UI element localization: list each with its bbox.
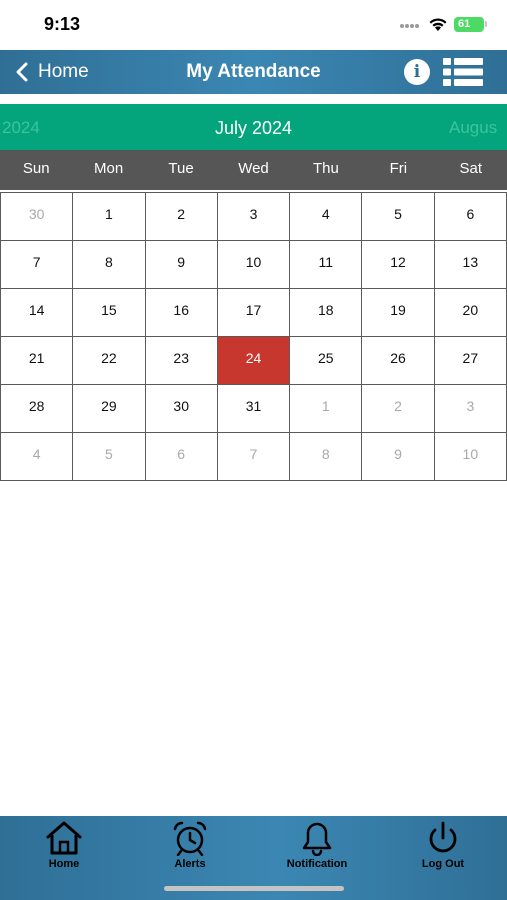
calendar-day[interactable]: 2 <box>145 193 218 241</box>
calendar-day[interactable]: 1 <box>73 193 146 241</box>
weekday-wed: Wed <box>238 160 269 177</box>
calendar-day[interactable]: 21 <box>1 337 74 385</box>
signal-dots-icon <box>400 24 422 30</box>
calendar-day[interactable]: 11 <box>290 241 363 289</box>
weekday-thu: Thu <box>312 160 339 177</box>
calendar-day[interactable]: 26 <box>362 337 435 385</box>
weekday-tue: Tue <box>168 160 194 177</box>
calendar-day[interactable]: 25 <box>290 337 363 385</box>
calendar-day[interactable]: 29 <box>73 385 146 433</box>
tab-notification-label: Notification <box>286 858 348 870</box>
calendar-day[interactable]: 30 <box>1 193 74 241</box>
calendar-day[interactable]: 17 <box>217 289 291 337</box>
calendar-day[interactable]: 28 <box>1 385 74 433</box>
calendar-day[interactable]: 7 <box>217 433 291 481</box>
back-button[interactable]: Home <box>14 50 89 94</box>
tab-alerts-label: Alerts <box>174 858 206 870</box>
calendar-day[interactable]: 7 <box>1 241 74 289</box>
calendar-day[interactable]: 2 <box>362 385 435 433</box>
calendar-day[interactable]: 5 <box>73 433 146 481</box>
weekday-mon: Mon <box>94 160 124 177</box>
calendar-day[interactable]: 5 <box>362 193 435 241</box>
calendar-day[interactable]: 19 <box>362 289 435 337</box>
tab-home-label: Home <box>48 858 80 870</box>
calendar-day[interactable]: 6 <box>434 193 507 241</box>
calendar-day[interactable]: 10 <box>434 433 507 481</box>
alarm-clock-icon <box>173 821 207 856</box>
tab-alerts[interactable]: Alerts <box>135 820 245 878</box>
weekday-fri: Fri <box>389 160 408 177</box>
weekday-sun: Sun <box>22 160 50 177</box>
calendar-day[interactable]: 23 <box>145 337 218 385</box>
status-bar: 9:13 61 <box>0 0 507 50</box>
calendar-day[interactable]: 27 <box>434 337 507 385</box>
calendar-day[interactable]: 13 <box>434 241 507 289</box>
battery-icon: 61 <box>454 17 484 32</box>
calendar-day[interactable]: 10 <box>217 241 291 289</box>
status-time: 9:13 <box>44 14 81 34</box>
power-icon <box>429 821 457 853</box>
tab-logout-label: Log Out <box>421 858 465 870</box>
tab-notification[interactable]: Notification <box>262 820 372 878</box>
calendar-day[interactable]: 20 <box>434 289 507 337</box>
calendar-day[interactable]: 1 <box>290 385 363 433</box>
back-label: Home <box>38 61 89 82</box>
calendar-day[interactable]: 8 <box>73 241 146 289</box>
home-icon <box>46 821 82 855</box>
calendar-day[interactable]: 30 <box>145 385 218 433</box>
tab-logout[interactable]: Log Out <box>388 820 498 878</box>
calendar-day[interactable]: 3 <box>434 385 507 433</box>
calendar-day[interactable]: 4 <box>290 193 363 241</box>
calendar-day[interactable]: 6 <box>145 433 218 481</box>
battery-cap <box>485 21 487 27</box>
info-icon[interactable]: i <box>404 59 430 85</box>
wifi-icon <box>429 18 447 31</box>
calendar-day[interactable]: 4 <box>1 433 74 481</box>
tab-home[interactable]: Home <box>9 820 119 878</box>
next-month[interactable]: Augus <box>449 104 497 150</box>
calendar-day[interactable]: 14 <box>1 289 74 337</box>
bell-icon <box>302 822 332 856</box>
calendar-day[interactable]: 9 <box>145 241 218 289</box>
calendar-day[interactable]: 16 <box>145 289 218 337</box>
calendar-day-today[interactable]: 24 <box>217 337 291 385</box>
home-indicator <box>164 886 344 891</box>
calendar-day[interactable]: 18 <box>290 289 363 337</box>
nav-bar: My Attendance Home i <box>0 50 507 94</box>
calendar-day[interactable]: 22 <box>73 337 146 385</box>
calendar-grid: 30 1 2 3 4 5 6 7 8 9 10 11 12 13 14 15 16 17 18 19 20 21 22 23 2… <box>0 192 507 481</box>
calendar-day[interactable]: 15 <box>73 289 146 337</box>
calendar-day[interactable]: 31 <box>217 385 291 433</box>
calendar-day[interactable]: 3 <box>217 193 291 241</box>
calendar-day[interactable]: 12 <box>362 241 435 289</box>
calendar-day[interactable]: 9 <box>362 433 435 481</box>
current-month: July 2024 <box>214 118 293 138</box>
list-menu-icon[interactable] <box>443 57 483 87</box>
attendance-screen: 9:13 61 My Attendance Home i 2024 July 2… <box>0 0 507 900</box>
weekday-header: Sun Mon Tue Wed Thu Fri Sat <box>0 150 507 190</box>
calendar-day[interactable]: 8 <box>290 433 363 481</box>
weekday-sat: Sat <box>459 160 482 177</box>
month-selector[interactable]: 2024 July 2024 Augus <box>0 104 507 150</box>
chevron-left-icon <box>16 62 28 82</box>
